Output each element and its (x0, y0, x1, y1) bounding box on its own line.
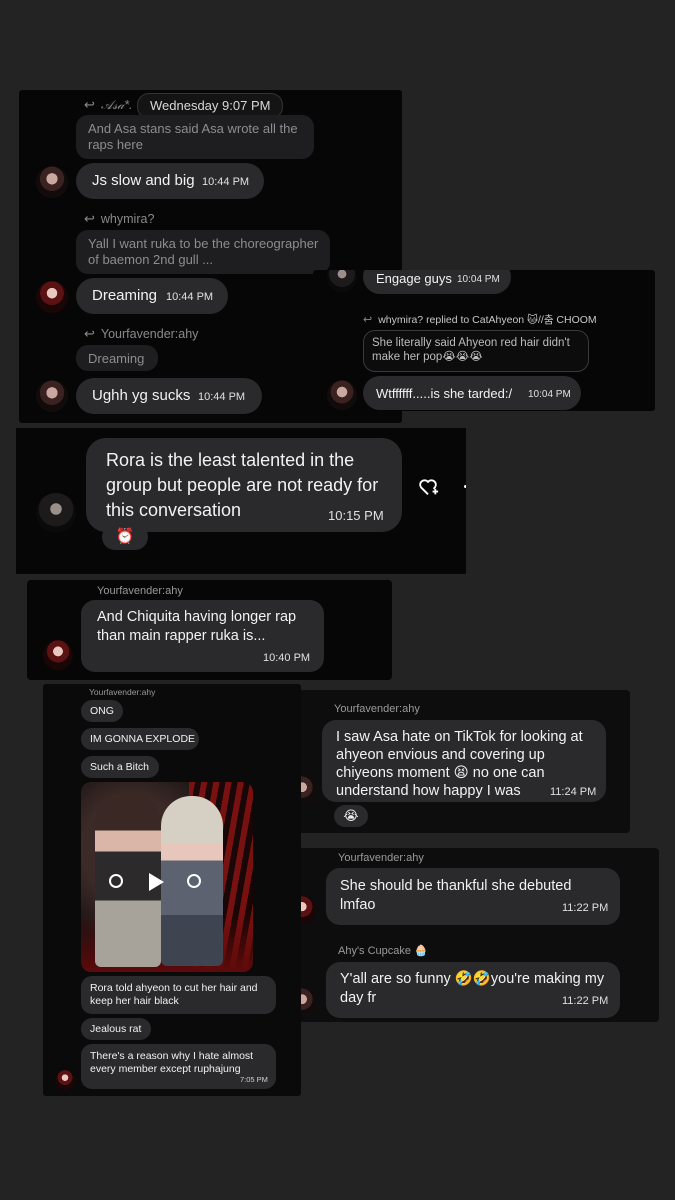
message-bubble[interactable]: Dreaming 10:44 PM (76, 278, 228, 314)
chat-card-3: Rora is the least talented in the group … (16, 428, 466, 574)
sender-name: Yourfavender:ahy (97, 585, 183, 597)
reaction-badge[interactable]: ⏰ (102, 524, 148, 550)
reply-arrow-icon: ↩ (84, 211, 95, 226)
play-icon[interactable] (149, 873, 164, 891)
avatar[interactable] (36, 166, 68, 198)
avatar[interactable] (327, 270, 357, 292)
message-bubble[interactable]: Such a Bitch (81, 756, 159, 778)
alarm-clock-icon: ⏰ (115, 528, 135, 545)
sender-name: Ahy's Cupcake 🧁 (338, 945, 428, 957)
avatar[interactable] (55, 1070, 75, 1090)
avatar[interactable] (36, 380, 68, 412)
heart-plus-icon[interactable] (417, 476, 439, 498)
message-bubble[interactable]: IM GONNA EXPLODE (81, 728, 199, 750)
reply-quote-header: ↩ 𝒜𝓈𝒶*. (84, 97, 133, 112)
message-bubble[interactable]: Wtffffff.....is she tarded:/ 10:04 PM (363, 376, 581, 410)
reply-arrow-icon: ↩ (363, 314, 373, 326)
message-bubble[interactable]: She should be thankful she debuted lmfao… (326, 868, 620, 925)
chat-card-4: Yourfavender:ahy And Chiquita having lon… (27, 580, 392, 680)
message-bubble[interactable]: Js slow and big 10:44 PM (76, 163, 264, 199)
reply-quote-header: ↩ whymira? (84, 211, 155, 226)
chat-card-2: Engage guys 10:04 PM ↩ whymira? replied t… (313, 270, 655, 411)
message-bubble[interactable]: And Chiquita having longer rap than main… (81, 600, 324, 672)
quoted-message[interactable]: She literally said Ahyeon red hair didn'… (363, 330, 589, 372)
message-bubble[interactable]: Jealous rat (81, 1018, 151, 1040)
message-bubble[interactable]: Rora is the least talented in the group … (86, 438, 402, 532)
sender-name: Yourfavender:ahy (89, 687, 156, 697)
reaction-badge[interactable]: 😭 (334, 805, 368, 827)
reply-quote-header: ↩ whymira? replied to CatAhyeon 🐱//춤 CHOO… (363, 314, 597, 326)
sender-name: Yourfavender:ahy (334, 703, 420, 715)
message-bubble[interactable]: Rora told ahyeon to cut her hair and kee… (81, 976, 276, 1014)
reply-quote-header: ↩ Yourfavender:ahy (84, 326, 199, 341)
message-bubble[interactable]: ONG (81, 700, 123, 722)
message-bubble[interactable]: Ughh yg sucks 10:44 PM (76, 378, 262, 414)
chat-card-6: Yourfavender:ahy I saw Asa hate on TikTo… (286, 690, 630, 833)
quoted-message[interactable]: Dreaming (76, 345, 158, 371)
shared-video-thumbnail[interactable] (81, 782, 253, 972)
crying-face-icon: 😭 (343, 808, 359, 823)
sender-name: Yourfavender:ahy (338, 852, 424, 864)
message-bubble[interactable]: Y'all are so funny 🤣🤣you're making my da… (326, 962, 620, 1018)
avatar[interactable] (36, 493, 76, 533)
message-bubble[interactable]: Engage guys 10:04 PM (363, 270, 511, 294)
message-bubble[interactable]: I saw Asa hate on TikTok for looking at … (322, 720, 606, 802)
avatar[interactable] (327, 380, 357, 410)
avatar[interactable] (43, 640, 73, 670)
more-options-dot[interactable] (464, 485, 466, 488)
message-bubble[interactable]: There's a reason why I hate almost every… (81, 1044, 276, 1089)
quoted-message[interactable]: Yall I want ruka to be the choreographer… (76, 230, 330, 274)
reply-arrow-icon: ↩ (84, 326, 95, 341)
chat-card-5: Yourfavender:ahy ONG IM GONNA EXPLODE Su… (43, 684, 301, 1096)
reply-arrow-icon: ↩ (84, 97, 95, 112)
quoted-message[interactable]: And Asa stans said Asa wrote all the rap… (76, 115, 314, 159)
replay-back-icon[interactable] (109, 874, 123, 888)
replay-forward-icon[interactable] (187, 874, 201, 888)
avatar[interactable] (36, 281, 68, 313)
chat-card-7: Yourfavender:ahy She should be thankful … (286, 848, 659, 1022)
